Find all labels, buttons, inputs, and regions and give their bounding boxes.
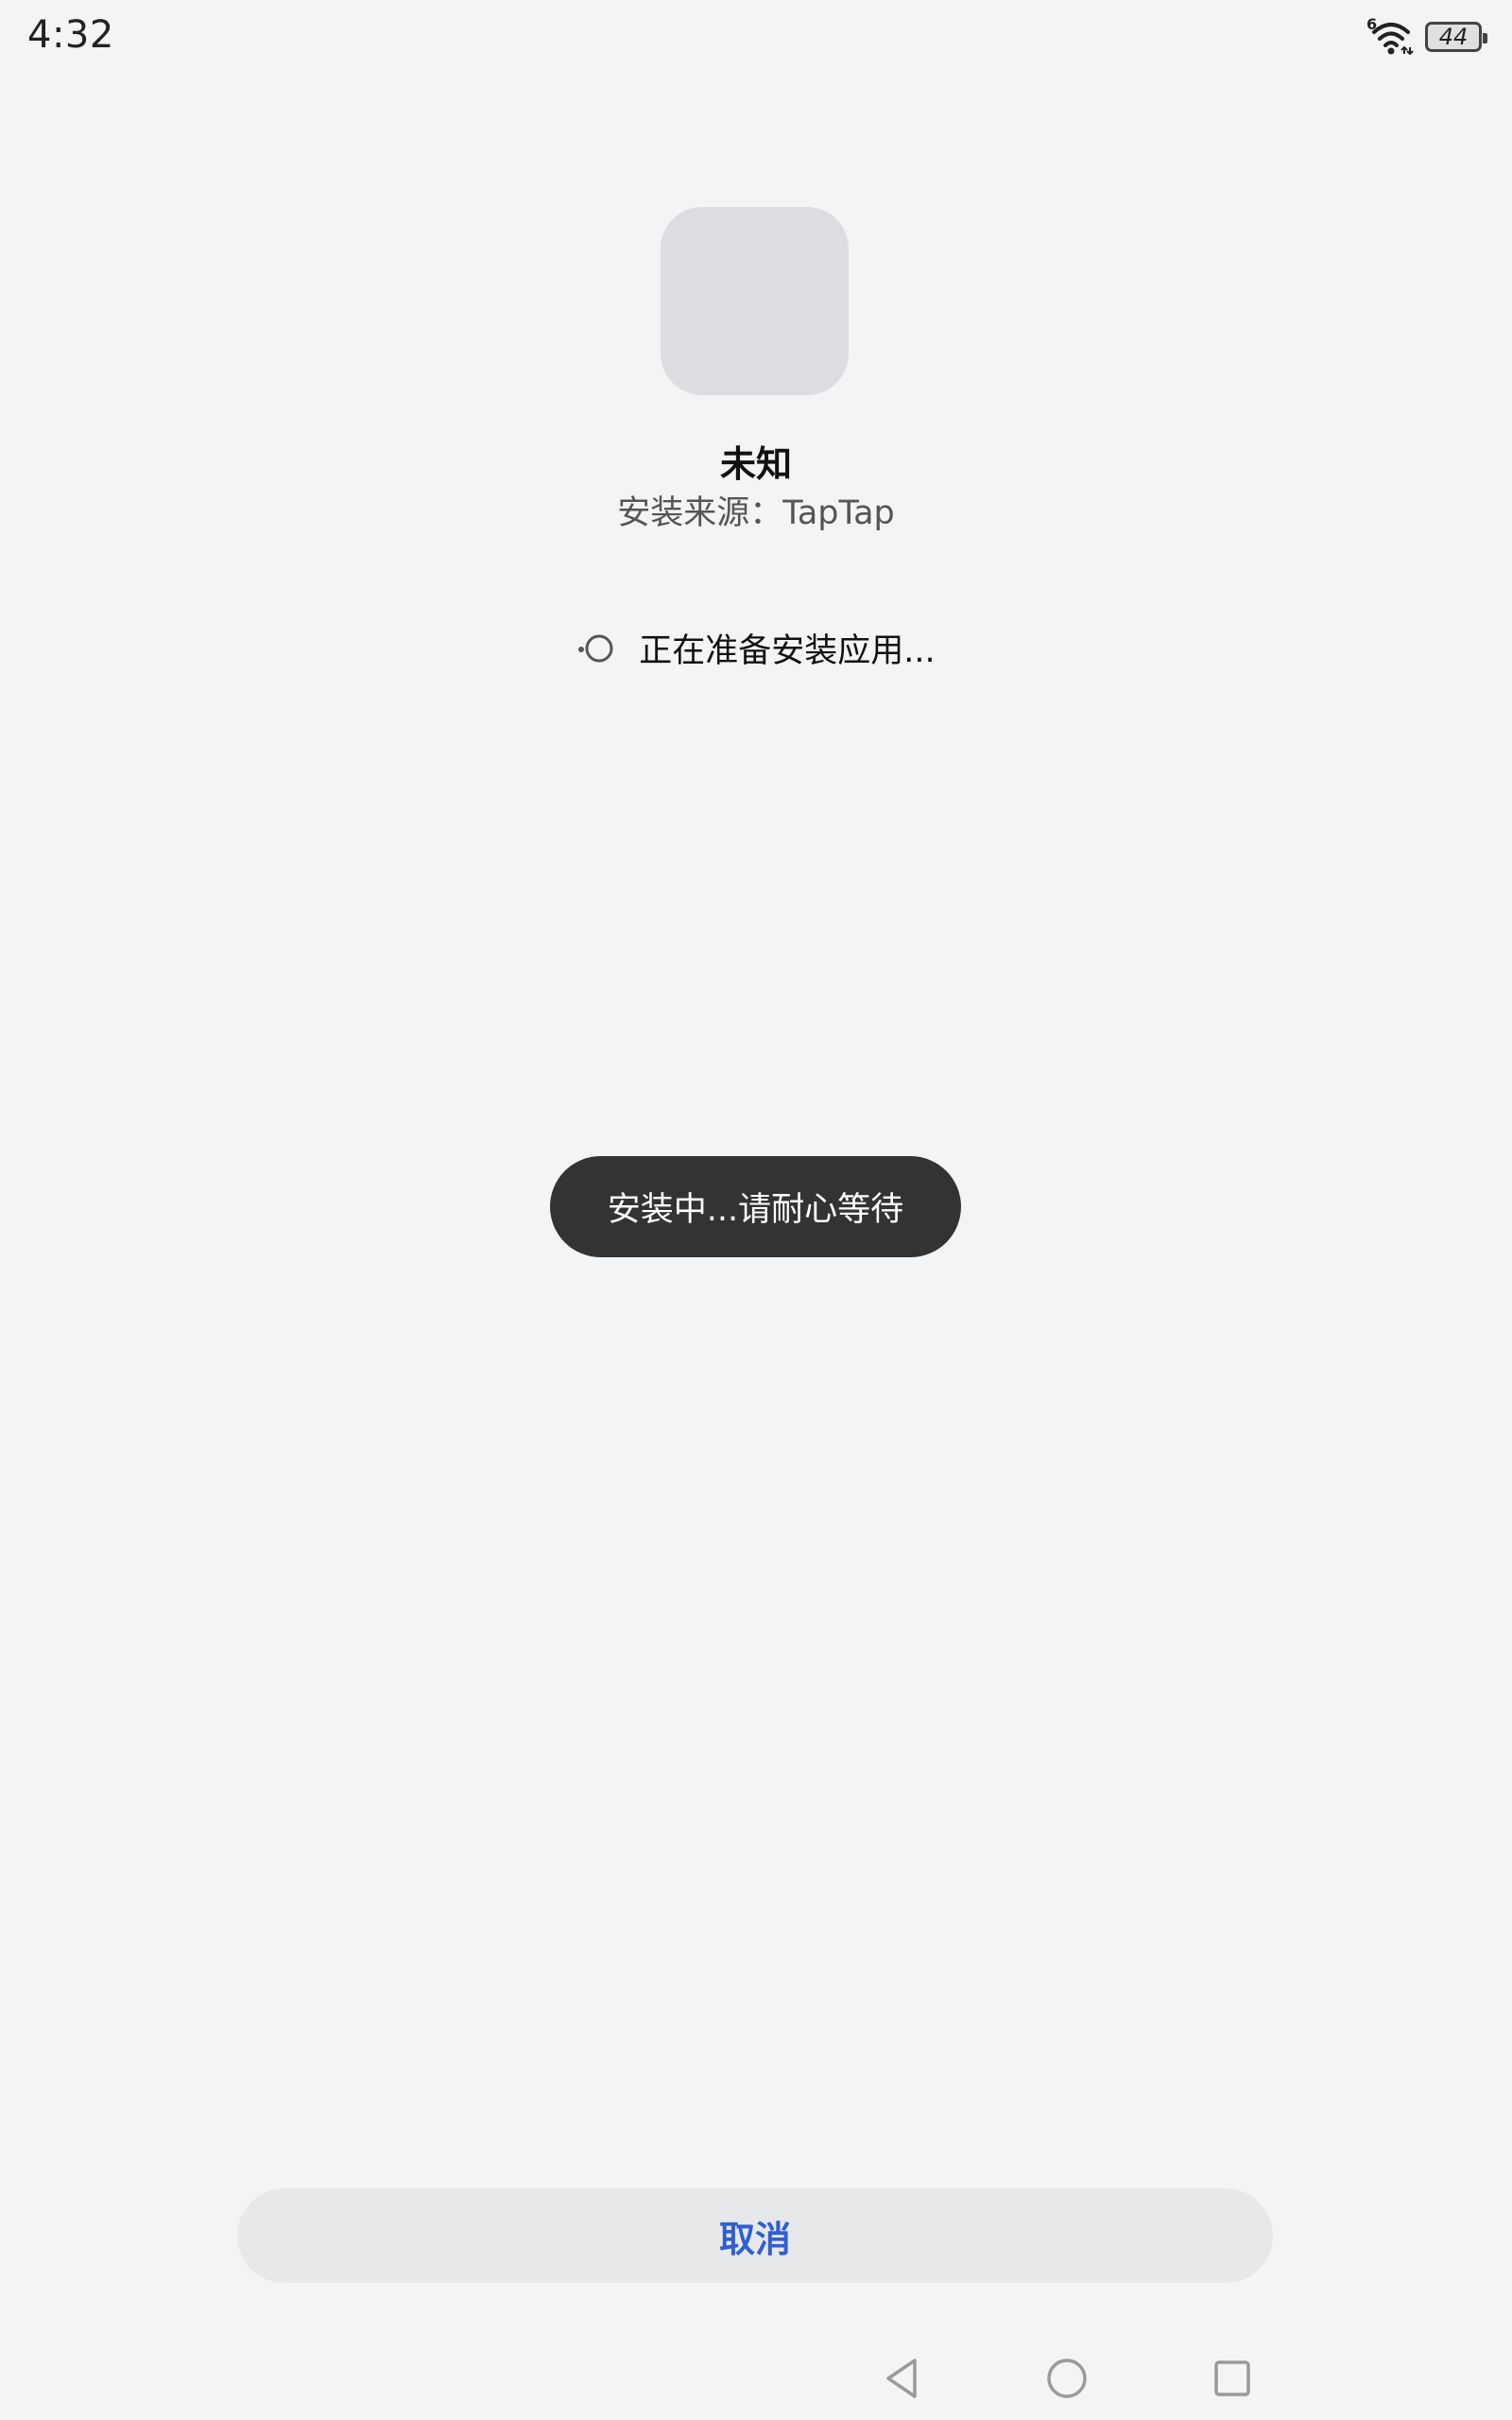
cancel-button[interactable]: 取消 [237, 2188, 1273, 2283]
battery-level: 44 [1438, 24, 1469, 50]
app-icon-placeholder [661, 207, 849, 395]
progress-text: 正在准备安装应用... [639, 632, 936, 670]
app-name: 未知 [719, 443, 792, 485]
nav-recent-button[interactable] [1206, 2352, 1259, 2405]
battery-icon: 44 [1425, 22, 1487, 52]
network-label: 6 [1366, 15, 1378, 33]
progress-row: 正在准备安装应用... [0, 624, 1512, 672]
status-time: 4:32 [27, 13, 114, 57]
recent-square-icon [1214, 2360, 1250, 2396]
spinner-icon [578, 634, 613, 662]
wifi-icon: 6 [1366, 15, 1416, 56]
install-source: 安装来源：TapTap [617, 494, 895, 532]
status-icons: 6 44 [1366, 15, 1487, 56]
toast-message: 安装中...请耐心等待 [550, 1156, 961, 1257]
nav-home-button[interactable] [1040, 2352, 1093, 2405]
nav-back-button[interactable] [875, 2352, 928, 2405]
home-circle-icon [1047, 2359, 1087, 2398]
install-screen: 4:32 6 44 未知 安装来源：TapTap 正在准备安装应用... 安装中… [0, 0, 1512, 2420]
back-triangle-icon [886, 2359, 917, 2398]
